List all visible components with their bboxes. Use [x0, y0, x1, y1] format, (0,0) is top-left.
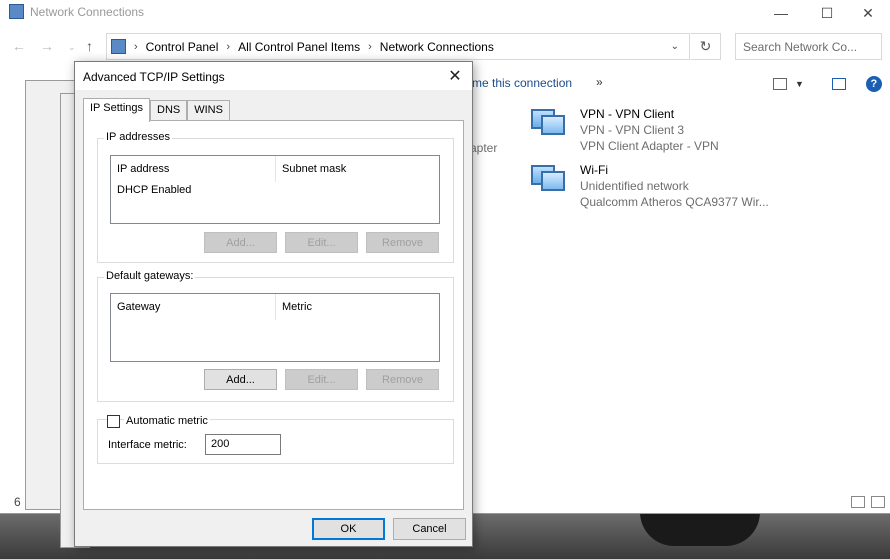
automatic-metric-checkbox[interactable]: [107, 415, 120, 428]
ip-addresses-group: IP addresses IP address Subnet mask DHCP…: [97, 131, 454, 263]
column-header[interactable]: Metric: [275, 294, 439, 320]
connection-status: VPN - VPN Client 3: [580, 123, 685, 137]
dialog-tabs: IP Settings DNS WINS: [83, 98, 230, 122]
control-panel-icon: [111, 39, 126, 54]
connection-device: Qualcomm Atheros QCA9377 Wir...: [580, 195, 769, 209]
recent-chevron-icon[interactable]: ⌄: [68, 42, 76, 53]
window-title: Network Connections: [30, 5, 145, 19]
tab-ip-settings[interactable]: IP Settings: [83, 98, 150, 122]
metric-group: Automatic metric Interface metric: 200: [97, 415, 454, 464]
more-commands-button[interactable]: »: [596, 75, 603, 89]
details-view-icon[interactable]: [851, 496, 865, 508]
breadcrumb-separator-icon: ›: [368, 40, 372, 53]
connection-status: Unidentified network: [580, 179, 689, 193]
breadcrumb-separator-icon: ›: [226, 40, 231, 53]
connection-name: Wi-Fi: [580, 163, 608, 177]
interface-metric-label: Interface metric:: [108, 439, 187, 451]
close-icon[interactable]: ✕: [444, 66, 466, 86]
tab-dns[interactable]: DNS: [150, 100, 188, 122]
edit-gateway-button[interactable]: Edit...: [285, 369, 358, 390]
connection-name: VPN - VPN Client: [580, 107, 675, 121]
maximize-button[interactable]: ☐: [804, 0, 850, 26]
minimize-button[interactable]: —: [758, 0, 804, 26]
preview-pane-icon[interactable]: [831, 78, 846, 90]
breadcrumb-network-connections[interactable]: Network Connections: [380, 40, 494, 54]
connection-wifi[interactable]: Wi-Fi Unidentified network Qualcomm Athe…: [527, 163, 857, 211]
dialog-title: Advanced TCP/IP Settings: [83, 70, 225, 84]
desktop-object: [640, 512, 760, 546]
group-label: Default gateways:: [104, 270, 196, 282]
item-count: 6: [14, 495, 21, 509]
remove-gateway-button[interactable]: Remove: [366, 369, 439, 390]
rename-connection-button[interactable]: me this connection: [472, 76, 572, 90]
ok-button[interactable]: OK: [312, 518, 385, 540]
ip-address-list[interactable]: IP address Subnet mask DHCP Enabled: [110, 155, 440, 224]
tab-wins[interactable]: WINS: [187, 100, 230, 122]
network-folder-icon: [9, 4, 24, 19]
search-input[interactable]: Search Network Co...: [735, 33, 882, 60]
connection-device: VPN Client Adapter - VPN: [580, 139, 719, 153]
default-gateways-group: Default gateways: Gateway Metric Add... …: [97, 270, 454, 402]
ip-settings-panel: IP addresses IP address Subnet mask DHCP…: [83, 120, 464, 510]
automatic-metric-label: Automatic metric: [124, 415, 210, 427]
address-dropdown-icon[interactable]: ⌄: [671, 41, 679, 52]
add-gateway-button[interactable]: Add...: [204, 369, 277, 390]
add-ip-button[interactable]: Add...: [204, 232, 277, 253]
column-header[interactable]: Gateway: [111, 294, 275, 320]
forward-arrow-icon[interactable]: →: [40, 38, 54, 54]
group-label: IP addresses: [104, 131, 173, 143]
large-icons-view-icon[interactable]: [871, 496, 885, 508]
gateway-list[interactable]: Gateway Metric: [110, 293, 440, 362]
wifi-adapter-icon: [527, 165, 569, 201]
help-icon[interactable]: ?: [865, 76, 882, 92]
breadcrumb-all-items[interactable]: All Control Panel Items: [238, 40, 360, 54]
dialog-title-bar: Advanced TCP/IP Settings ✕: [75, 62, 472, 90]
address-bar[interactable]: › Control Panel › All Control Panel Item…: [106, 33, 690, 60]
interface-metric-input[interactable]: 200: [205, 434, 281, 455]
breadcrumb-control-panel[interactable]: Control Panel: [146, 40, 219, 54]
obscured-device-text: apter: [470, 141, 498, 155]
column-header[interactable]: Subnet mask: [275, 156, 439, 182]
cancel-button[interactable]: Cancel: [393, 518, 466, 540]
layout-toggle: [851, 496, 885, 508]
edit-ip-button[interactable]: Edit...: [285, 232, 358, 253]
vpn-adapter-icon: [527, 109, 569, 145]
view-options: ▼ ?: [773, 76, 882, 92]
column-header[interactable]: IP address: [111, 156, 275, 182]
address-row: ← → ⌄ ↑ › Control Panel › All Control Pa…: [0, 33, 890, 61]
up-arrow-icon[interactable]: ↑: [86, 38, 93, 54]
breadcrumb-separator-icon: ›: [134, 40, 138, 53]
close-button[interactable]: ✕: [845, 0, 890, 26]
view-dropdown-icon[interactable]: ▼: [795, 79, 804, 89]
list-item[interactable]: DHCP Enabled: [117, 184, 191, 196]
change-view-icon[interactable]: [773, 78, 787, 90]
advanced-tcpip-dialog: Advanced TCP/IP Settings ✕ IP Settings D…: [74, 61, 473, 547]
back-arrow-icon[interactable]: ←: [12, 38, 26, 54]
connection-vpn[interactable]: VPN - VPN Client VPN - VPN Client 3 VPN …: [527, 107, 857, 155]
refresh-button[interactable]: ↻: [691, 33, 721, 60]
remove-ip-button[interactable]: Remove: [366, 232, 439, 253]
title-bar: Network Connections — ☐ ✕: [0, 0, 890, 26]
